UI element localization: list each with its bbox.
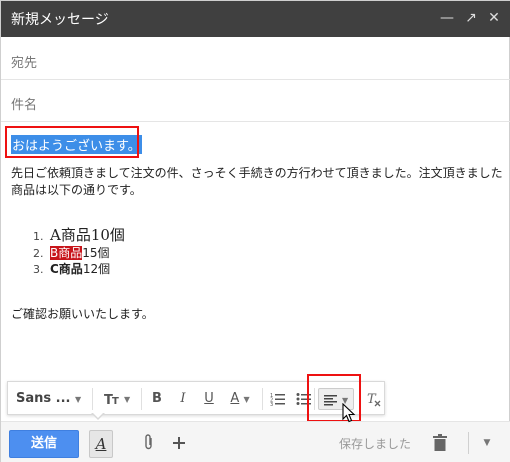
save-status: 保存しました [339, 437, 412, 451]
to-label: 宛先 [11, 56, 38, 71]
mouse-pointer-icon [342, 403, 356, 423]
more-button[interactable]: ▼ [479, 433, 495, 453]
chevron-down-icon: ▼ [243, 395, 250, 404]
font-select-label: Sans ... [16, 391, 71, 406]
bottom-divider [468, 432, 469, 454]
chevron-down-icon: ▼ [75, 395, 82, 404]
list-number: 1. [33, 230, 44, 243]
text-size-icon: T T [104, 393, 119, 408]
list-item: 3. C商品12個 [33, 261, 125, 277]
toolbar-divider [92, 388, 93, 410]
highlighted-text: B商品 [50, 246, 83, 260]
underline-button[interactable]: U [198, 388, 220, 410]
trash-icon [433, 434, 447, 451]
list-number: 3. [33, 263, 44, 276]
title-bar: 新規メッセージ — ↗ ✕ [1, 1, 510, 37]
more-options-button[interactable] [169, 431, 189, 455]
clear-formatting-button[interactable]: T [364, 388, 384, 410]
attach-button[interactable] [139, 433, 159, 455]
text-color-label: A [230, 391, 240, 406]
list-item-text: 15個 [82, 246, 110, 260]
bold-button[interactable]: B [146, 388, 168, 410]
toolbar-divider [141, 388, 142, 410]
popout-button[interactable]: ↗ [462, 9, 480, 27]
annotation-box-greeting [5, 126, 139, 158]
italic-button[interactable]: I [172, 388, 194, 410]
svg-text:T: T [112, 396, 119, 406]
list-item-text: 12個 [82, 262, 111, 276]
discard-button[interactable] [433, 431, 453, 455]
paperclip-icon [145, 434, 152, 450]
list-item: 2. B商品15個 [33, 245, 125, 261]
font-select[interactable]: Sans ... ▼ [16, 388, 84, 410]
window-title: 新規メッセージ [11, 12, 109, 28]
svg-text:3: 3 [270, 402, 273, 406]
body-paragraph: 先日ご依頼頂きまして注文の件、さっそく手続きの方行わせて頂きました。注文頂きまし… [11, 166, 503, 197]
plus-icon [173, 437, 185, 449]
bold-text: C商品 [50, 262, 83, 276]
list-item: 1. A商品10個 [33, 225, 125, 245]
closing-text: ご確認お願いいたします。 [11, 307, 154, 321]
caret-down-icon: ▼ [483, 438, 491, 448]
numbered-list: 1. A商品10個 2. B商品15個 3. C商品12個 [33, 225, 125, 277]
numbered-list-icon: 1 2 3 [270, 393, 285, 408]
toolbar-pointer [91, 412, 105, 420]
subject-label: 件名 [11, 98, 38, 113]
list-item-text: A商品10個 [50, 226, 125, 244]
close-button[interactable]: ✕ [485, 9, 503, 27]
chevron-down-icon: ▼ [123, 395, 131, 404]
subject-field[interactable]: 件名 [1, 80, 510, 122]
bottom-bar: 送信 A 保存しました ▼ [1, 421, 510, 462]
formatting-toggle-button[interactable]: A [89, 430, 113, 458]
minimize-button[interactable]: — [438, 9, 456, 27]
toolbar-divider [262, 388, 263, 410]
text-color-button[interactable]: A ▼ [224, 388, 256, 410]
list-number: 2. [33, 247, 44, 260]
font-size-button[interactable]: T T ▼ [100, 388, 134, 410]
formatting-toggle-label: A [95, 435, 107, 453]
clear-formatting-icon: T [367, 392, 381, 407]
compose-window: 新規メッセージ — ↗ ✕ 宛先 件名 おはようございます。 先日ご依頼頂きまし… [0, 0, 510, 462]
numbered-list-button[interactable]: 1 2 3 [266, 388, 290, 410]
message-body[interactable]: おはようございます。 先日ご依頼頂きまして注文の件、さっそく手続きの方行わせて頂… [1, 123, 510, 373]
send-button[interactable]: 送信 [9, 430, 79, 458]
to-field[interactable]: 宛先 [1, 38, 510, 80]
